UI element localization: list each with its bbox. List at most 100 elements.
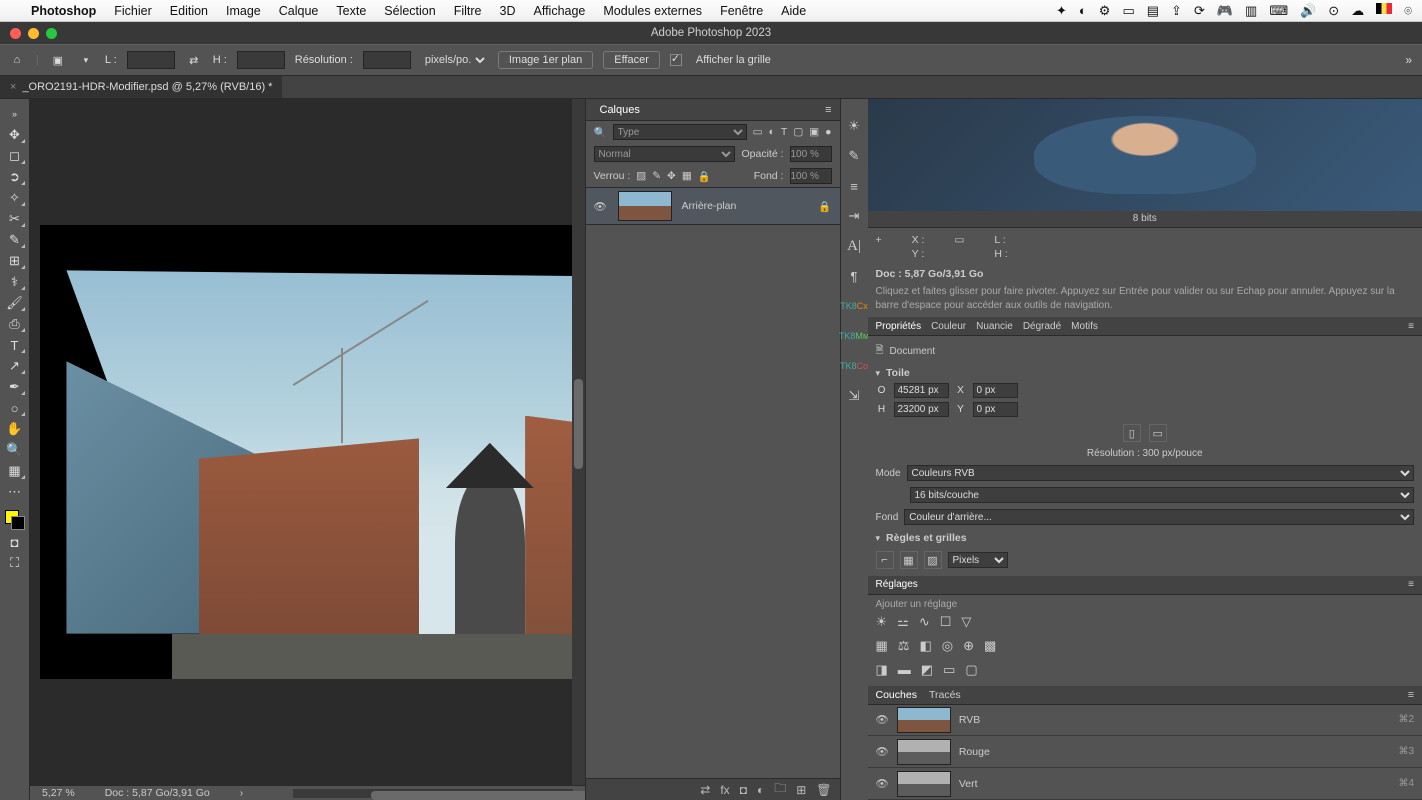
menu-fenetre[interactable]: Fenêtre bbox=[711, 4, 772, 18]
filter-type-icon[interactable]: T bbox=[781, 126, 787, 138]
adj-bw-icon[interactable]: ◧ bbox=[919, 638, 931, 654]
channel-row[interactable]: 👁 Rouge⌘3 bbox=[868, 736, 1422, 768]
units-select[interactable]: pixels/po. bbox=[421, 53, 488, 67]
menu-image[interactable]: Image bbox=[217, 4, 270, 18]
mask-icon[interactable]: ◘ bbox=[740, 783, 747, 797]
lasso-tool[interactable]: ➲ bbox=[4, 168, 26, 186]
scrollbar-thumb[interactable] bbox=[574, 379, 583, 469]
zoom-tool[interactable]: 🔍 bbox=[4, 441, 26, 459]
layer-row[interactable]: 👁 Arrière-plan 🔒 bbox=[586, 187, 840, 225]
adj-selective-icon[interactable]: ▢ bbox=[965, 662, 977, 678]
expand-icon[interactable]: » bbox=[4, 105, 26, 123]
delete-icon[interactable]: 🗑 bbox=[816, 783, 831, 797]
brush-tool[interactable]: 🖌 bbox=[4, 294, 26, 312]
background-select[interactable]: Couleur d'arrière... bbox=[904, 509, 1414, 525]
menu-modules[interactable]: Modules externes bbox=[594, 4, 711, 18]
quickmask-tool[interactable]: ◘ bbox=[4, 533, 26, 551]
tab-proprietes[interactable]: Propriétés bbox=[872, 321, 926, 332]
status-icon[interactable]: ☁︎ bbox=[1351, 3, 1364, 19]
channel-row[interactable]: 👁 Vert⌘4 bbox=[868, 768, 1422, 800]
hand-tool[interactable]: ✋ bbox=[4, 420, 26, 438]
search-icon[interactable]: 🔍 bbox=[594, 126, 607, 139]
collapse-icon[interactable]: » bbox=[1405, 53, 1422, 67]
tk-co-icon[interactable]: TK8Co bbox=[844, 357, 864, 375]
tab-traces[interactable]: Tracés bbox=[929, 689, 961, 701]
new-layer-icon[interactable]: ⊞ bbox=[796, 783, 806, 797]
visibility-icon[interactable]: 👁 bbox=[876, 777, 889, 790]
tab-motifs[interactable]: Motifs bbox=[1067, 321, 1102, 332]
lock-icon[interactable]: 🔒 bbox=[818, 200, 831, 213]
tab-nuancier[interactable]: Nuancie bbox=[972, 321, 1017, 332]
brush-settings-icon[interactable]: ✎ bbox=[844, 147, 864, 165]
orientation-landscape-icon[interactable]: ▭ bbox=[1149, 424, 1167, 442]
vertical-scrollbar[interactable] bbox=[572, 99, 585, 800]
menu-aide[interactable]: Aide bbox=[772, 4, 815, 18]
document-canvas[interactable] bbox=[40, 225, 585, 679]
menu-affichage[interactable]: Affichage bbox=[524, 4, 594, 18]
adj-invert-icon[interactable]: ◨ bbox=[876, 662, 888, 678]
status-icon[interactable]: ✦ bbox=[1056, 3, 1067, 19]
crop-tool-icon[interactable]: ▣ bbox=[49, 51, 67, 69]
clear-button[interactable]: Effacer bbox=[603, 51, 660, 69]
adj-poster-icon[interactable]: ▬ bbox=[898, 662, 911, 678]
tk-mm-icon[interactable]: TK8Mᴍ bbox=[844, 327, 864, 345]
status-icon[interactable]: ⇪ bbox=[1171, 3, 1182, 19]
home-icon[interactable]: ⌂ bbox=[8, 51, 26, 69]
canvas-height-input[interactable] bbox=[894, 402, 949, 417]
crop-tool[interactable]: ✂ bbox=[4, 210, 26, 228]
panel-menu-icon[interactable]: ≡ bbox=[1404, 321, 1418, 332]
status-icon[interactable]: 🔊 bbox=[1300, 3, 1316, 19]
status-icon[interactable]: ⊙ bbox=[1328, 3, 1339, 19]
visibility-icon[interactable]: 👁 bbox=[876, 745, 889, 758]
status-icon[interactable]: 🎮 bbox=[1217, 3, 1233, 19]
lock-pixels-icon[interactable]: ▨ bbox=[636, 170, 646, 182]
fx-icon[interactable]: fx bbox=[720, 783, 729, 797]
menu-fichier[interactable]: Fichier bbox=[105, 4, 161, 18]
marquee-tool[interactable]: ◻ bbox=[4, 147, 26, 165]
shape-tool[interactable]: ○ bbox=[4, 399, 26, 417]
align-icon[interactable]: ⇥ bbox=[844, 207, 864, 225]
filter-shape-icon[interactable]: ▢ bbox=[793, 126, 803, 138]
adj-brightness-icon[interactable]: ☀ bbox=[876, 614, 888, 630]
tab-couches[interactable]: Couches bbox=[876, 689, 917, 701]
bit-depth-select[interactable]: 16 bits/couche bbox=[910, 487, 1415, 503]
panel-menu-icon[interactable]: ≡ bbox=[1404, 579, 1418, 590]
panel-menu-icon[interactable]: ≡ bbox=[1408, 689, 1414, 701]
lock-nest-icon[interactable]: ▦ bbox=[682, 170, 692, 182]
app-menu[interactable]: Photoshop bbox=[22, 4, 105, 18]
canvas-area[interactable]: ↖ 5,27 % Doc : 5,87 Go/3,91 Go › bbox=[30, 99, 585, 800]
menu-3d[interactable]: 3D bbox=[491, 4, 525, 18]
color-swatch[interactable] bbox=[5, 510, 25, 530]
filter-toggle[interactable]: ● bbox=[825, 126, 831, 138]
dropdown-icon[interactable]: ▾ bbox=[77, 51, 95, 69]
status-icon[interactable]: ▥ bbox=[1245, 3, 1257, 19]
minimize-window[interactable] bbox=[28, 28, 39, 39]
perspective-crop-tool[interactable]: ▦ bbox=[4, 462, 26, 480]
adjustment-icon[interactable]: ◐ bbox=[757, 783, 764, 797]
adj-vibrance-icon[interactable]: ▽ bbox=[961, 614, 971, 630]
status-chevron-icon[interactable]: › bbox=[240, 787, 244, 799]
section-toile[interactable]: Toile bbox=[876, 363, 1415, 383]
panel-menu-icon[interactable]: ≡ bbox=[825, 104, 831, 116]
pen-tool[interactable]: ✒ bbox=[4, 378, 26, 396]
status-icon[interactable]: ▭ bbox=[1122, 3, 1134, 19]
channel-row[interactable]: 👁 RVB⌘2 bbox=[868, 705, 1422, 737]
bluetooth-icon[interactable]: ⌾ bbox=[1404, 3, 1412, 19]
maximize-window[interactable] bbox=[46, 28, 57, 39]
menu-edition[interactable]: Edition bbox=[161, 4, 217, 18]
tab-degrade[interactable]: Dégradé bbox=[1019, 321, 1065, 332]
libraries-icon[interactable]: ⇲ bbox=[844, 387, 864, 405]
height-input[interactable] bbox=[237, 51, 285, 69]
adj-balance-icon[interactable]: ⚖ bbox=[898, 638, 910, 654]
tk-cx-icon[interactable]: TK8Cx bbox=[844, 297, 864, 315]
stamp-tool[interactable]: ⎙ bbox=[4, 315, 26, 333]
close-window[interactable] bbox=[10, 28, 21, 39]
layers-tab[interactable]: Calques bbox=[594, 104, 646, 116]
tab-couleur[interactable]: Couleur bbox=[927, 321, 970, 332]
screenmode-tool[interactable]: ⛶ bbox=[4, 554, 26, 572]
menu-filtre[interactable]: Filtre bbox=[445, 4, 491, 18]
menu-calque[interactable]: Calque bbox=[270, 4, 328, 18]
opacity-input[interactable] bbox=[790, 146, 832, 162]
lock-move-icon[interactable]: ✥ bbox=[667, 170, 676, 182]
ruler-icon[interactable]: ⌐ bbox=[876, 551, 894, 569]
